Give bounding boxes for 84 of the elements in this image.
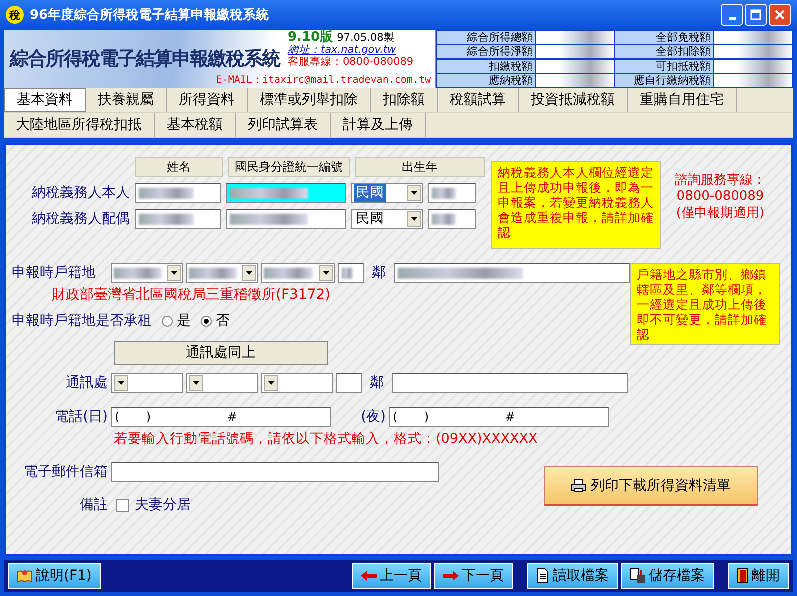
column-header: 姓名 <box>135 157 223 177</box>
birth-year-field[interactable] <box>428 209 476 229</box>
neighborhood-field[interactable] <box>336 373 362 393</box>
era-value: 民國 <box>355 210 385 228</box>
minimize-button[interactable] <box>721 4 743 26</box>
open-file-button[interactable]: 讀取檔案 <box>527 563 618 589</box>
field-label: 申報時戶籍地 <box>12 264 97 282</box>
summary-label: 全部扣除額 <box>615 45 714 58</box>
notice-box: 納稅義務人本人欄位經選定且上傳成功申報後，即為一申報案，若變更納稅義務人會造成重複申報，請詳加確認 <box>491 161 661 249</box>
summary-label: 扣繳稅額 <box>437 60 536 72</box>
field-label: 電話(日) <box>54 408 108 426</box>
copy-address-button[interactable]: 通訊處同上 <box>114 341 328 365</box>
era-value: 民國 <box>354 184 386 202</box>
summary-label: 綜合所得淨額 <box>437 45 536 58</box>
era-dropdown[interactable]: 民國 <box>351 183 423 203</box>
checkbox-label: 夫妻分居 <box>135 496 191 514</box>
service-line: 客服專線：0800-080089 <box>288 56 414 68</box>
radio-button[interactable] <box>162 316 173 326</box>
summary-label: 綜合所得總額 <box>437 31 536 44</box>
tab[interactable]: 基本資料 <box>4 88 86 112</box>
column-header: 國民身分證統一編號 <box>228 157 350 177</box>
field-label: 電子郵件信箱 <box>23 463 108 481</box>
build-date: 97.05.08製 <box>337 32 395 44</box>
save-document-icon <box>630 568 646 584</box>
document-icon <box>536 568 550 584</box>
app-icon: 稅 <box>6 6 24 24</box>
next-page-button[interactable]: 下一頁 <box>434 563 513 589</box>
summary-label: 可扣抵稅額 <box>615 60 714 72</box>
birth-year-field[interactable] <box>428 183 476 203</box>
column-header: 出生年 <box>355 157 485 177</box>
radio-option[interactable]: 否 <box>201 312 230 330</box>
field-label: 鄰 <box>369 374 385 392</box>
summary-label: 全部免稅額 <box>615 31 714 44</box>
field-label: 納稅義務人本人 <box>31 184 130 202</box>
name-field[interactable] <box>135 183 221 203</box>
maximize-button[interactable] <box>745 4 767 26</box>
name-field[interactable] <box>135 209 221 229</box>
printer-icon <box>571 478 587 492</box>
field-label: 鄰 <box>371 264 387 282</box>
field-label: 備註 <box>79 496 108 514</box>
hotline-text: 0800-080089 <box>676 189 764 204</box>
window-title: 96年度綜合所得稅電子結算申報繳稅系統 <box>30 6 270 24</box>
version-label: 9.10版 <box>288 30 334 45</box>
checkbox[interactable] <box>116 498 129 512</box>
left-arrow-icon <box>361 571 377 581</box>
radio-label: 否 <box>216 312 230 330</box>
right-arrow-icon <box>443 571 459 581</box>
address-field[interactable] <box>392 373 628 393</box>
radio-button[interactable] <box>201 316 212 326</box>
book-icon <box>17 569 33 583</box>
email-field[interactable] <box>111 462 439 482</box>
field-label: 納稅義務人配偶 <box>31 210 130 228</box>
exit-button[interactable]: 離開 <box>728 563 789 589</box>
radio-option[interactable]: 是 <box>162 312 191 330</box>
maximize-icon <box>750 9 762 21</box>
save-file-button[interactable]: 儲存檔案 <box>621 563 714 589</box>
summary-label: 應自行繳納稅額 <box>615 74 714 87</box>
print-button[interactable]: 列印下載所得資料清單 <box>544 466 758 506</box>
phone-format-hint: 若要輸入行動電話號碼，請依以下格式輸入，格式：(09XX)XXXXXX <box>114 430 539 448</box>
night-phone-field[interactable]: ( ) # <box>389 407 609 427</box>
address-field[interactable] <box>394 263 630 283</box>
banner-title: 綜合所得稅電子結算申報繳稅系統 <box>10 47 280 72</box>
close-button[interactable] <box>769 4 791 26</box>
summary-label: 應納稅額 <box>437 74 536 87</box>
neighborhood-field[interactable] <box>338 263 364 283</box>
help-button[interactable]: 說明(F1) <box>8 563 101 589</box>
close-icon <box>774 9 786 21</box>
hotline-text: 諮詢服務專線： <box>675 172 766 189</box>
radio-label: 是 <box>177 312 191 330</box>
id-number-field[interactable] <box>226 183 346 203</box>
field-label: 申報時戶籍地是否承租 <box>12 312 152 330</box>
field-label: 通訊處 <box>65 374 108 392</box>
notice-box: 戶籍地之縣市別、鄉鎮轄區及里、鄰等欄項，一經選定且成功上傳後即不可變更，請詳加確認 <box>630 263 780 345</box>
hotline-text: (僅申報期適用) <box>676 205 765 222</box>
website-link[interactable]: 網址：tax.nat.gov.tw <box>288 44 414 56</box>
era-dropdown[interactable]: 民國 <box>351 209 423 229</box>
previous-page-button[interactable]: 上一頁 <box>352 563 431 589</box>
day-phone-field[interactable]: ( ) # <box>111 407 331 427</box>
door-icon <box>737 568 749 584</box>
minimize-icon <box>728 17 736 20</box>
id-number-field[interactable] <box>226 209 346 229</box>
tax-office-text: 財政部臺灣省北區國稅局三重稽徵所(F3172) <box>52 286 332 304</box>
email-address: E-MAIL：itaxirc@mail.tradevan.com.tw <box>216 74 431 87</box>
field-label: (夜) <box>360 408 386 426</box>
